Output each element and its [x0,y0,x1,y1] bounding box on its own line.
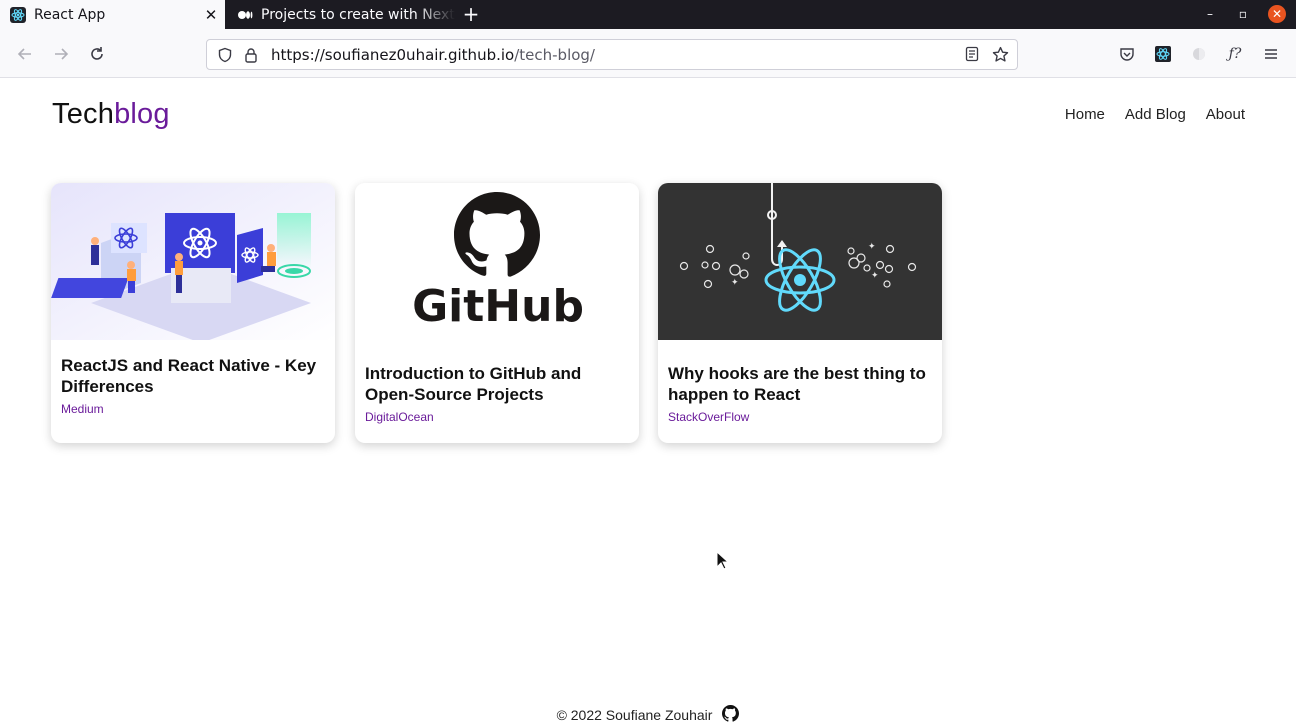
maximize-icon[interactable]: ▫ [1234,5,1252,23]
extension-icon[interactable] [1190,44,1208,64]
tab-projects[interactable]: Projects to create with Next [227,0,455,29]
reader-view-icon[interactable] [964,46,980,67]
site-footer: © 2022 Soufiane Zouhair [0,705,1296,725]
post-source[interactable]: StackOverFlow [668,410,749,424]
tab-title: React App [34,6,106,23]
new-tab-button[interactable]: + [460,3,482,25]
svg-text:✦: ✦ [731,278,739,288]
medium-icon [237,7,253,23]
nav-about-link[interactable]: About [1206,106,1245,123]
post-title[interactable]: Why hooks are the best thing to happen t… [668,363,932,405]
url-bar[interactable]: https://soufianez0uhair.github.io/tech-b… [206,39,1018,70]
blog-card[interactable]: ✦ ✦ ✦ Why hooks are the best thing to happ… [658,183,942,443]
pocket-icon[interactable] [1118,44,1136,64]
svg-text:✦: ✦ [868,242,876,252]
url-text: https://soufianez0uhair.github.io/tech-b… [271,46,595,64]
tab-title: Projects to create with Next [261,6,455,23]
close-window-icon[interactable]: ✕ [1268,5,1286,23]
minimize-icon[interactable]: – [1201,5,1219,23]
back-icon[interactable] [15,44,35,64]
blog-card[interactable]: ReactJS and React Native - Key Differenc… [51,183,335,443]
bookmark-star-icon[interactable] [992,46,1009,67]
url-path: /tech-blog/ [514,45,595,64]
site-logo[interactable]: Techblog [52,98,170,131]
post-source[interactable]: Medium [61,402,104,416]
react-illustration [51,183,335,343]
post-title[interactable]: ReactJS and React Native - Key Differenc… [61,355,325,397]
shield-icon[interactable] [217,47,233,63]
nav-home-link[interactable]: Home [1065,106,1105,123]
brand-suffix: blog [114,98,170,130]
browser-nav-bar: https://soufianez0uhair.github.io/tech-b… [0,29,1296,78]
browser-tab-bar: React App ✕ Projects to create with Next… [0,0,1296,29]
footer-copyright: © 2022 Soufiane Zouhair [556,707,713,723]
lock-icon[interactable] [243,47,259,63]
nav-add-blog-link[interactable]: Add Blog [1125,106,1186,123]
react-devtools-icon[interactable] [1154,44,1172,64]
blog-card[interactable]: GitHub Introduction to GitHub and Open-S… [355,183,639,443]
url-host: https://soufianez0uhair.github.io [271,45,515,64]
font-finder-icon[interactable]: ƒ? [1226,44,1244,64]
svg-text:✦: ✦ [871,271,879,281]
tab-close-icon[interactable]: ✕ [201,6,221,24]
github-icon[interactable] [722,705,740,725]
page-content: Techblog Home Add Blog About ReactJS and… [0,78,1296,728]
github-logo-text: GitHub [412,281,584,332]
tab-react-app[interactable]: React App ✕ [0,0,225,29]
reload-icon[interactable] [87,44,107,64]
react-icon [10,6,26,23]
forward-icon[interactable] [51,44,71,64]
menu-icon[interactable] [1262,44,1280,64]
post-title[interactable]: Introduction to GitHub and Open-Source P… [365,363,629,405]
react-hook-illustration: ✦ ✦ ✦ [658,183,942,340]
github-logo: GitHub [355,183,639,340]
mouse-cursor-icon [716,550,730,575]
post-source[interactable]: DigitalOcean [365,410,434,424]
brand-prefix: Tech [52,98,115,130]
site-nav: Home Add Blog About [1065,106,1245,123]
